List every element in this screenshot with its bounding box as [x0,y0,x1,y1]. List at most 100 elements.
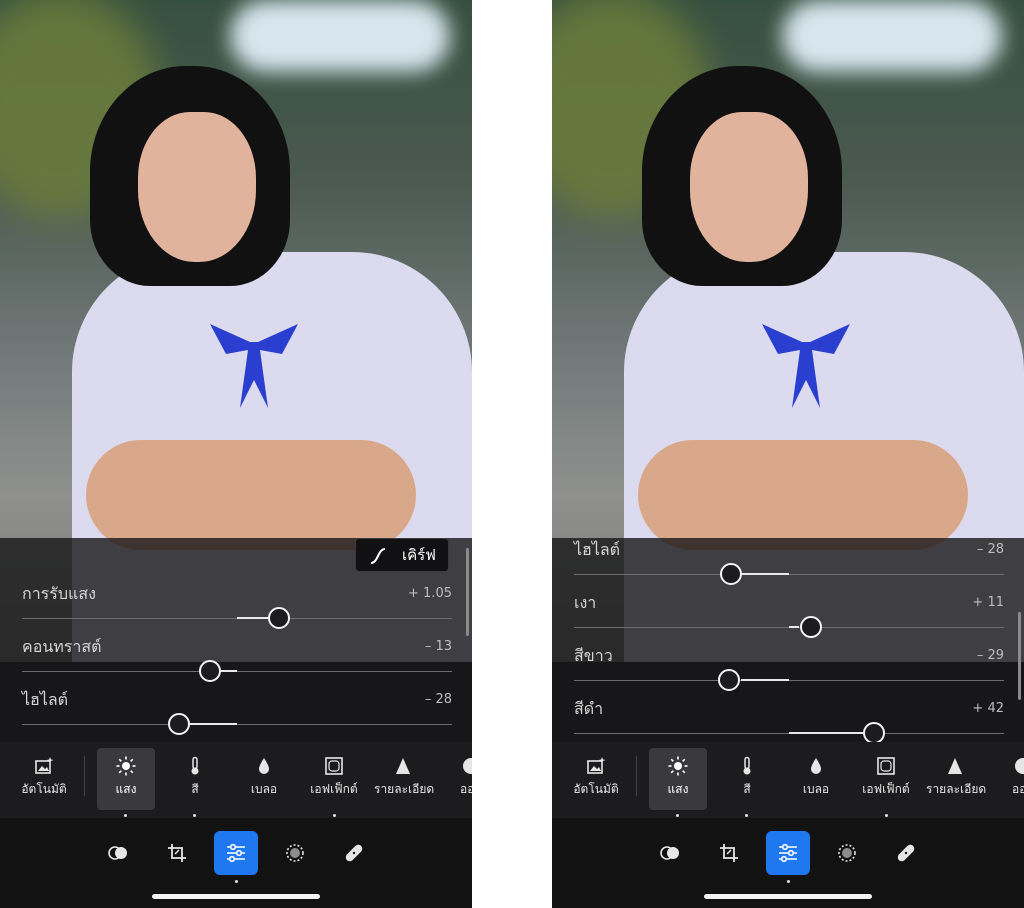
drop-icon [259,758,269,774]
editor-screen-right: ไฮไลต์ – 28 เงา + 11 สีขาว – 29 สีดำ + 4… [552,0,1024,908]
category-detail[interactable]: รายละเอียด [926,748,987,810]
crop-icon [168,844,186,862]
bottom-toolbar [552,818,1024,908]
curve-icon [370,548,386,564]
category-blur[interactable]: เบลอ [787,748,845,810]
slider-thumb[interactable] [168,713,190,735]
curve-button-label: เคิร์ฟ [402,546,436,564]
scrollbar[interactable] [466,548,469,636]
slider-highlights[interactable]: ไฮไลต์ – 28 [22,690,452,740]
edited-indicator-dot [745,814,748,817]
edit-button[interactable] [214,831,258,875]
editor-screen-left: การรับแสง + 1.05 คอนทราสต์ – 13 ไฮไลต์ –… [0,0,472,908]
slider-contrast[interactable]: คอนทราสต์ – 13 [22,637,452,687]
triangle-icon [396,758,410,774]
slider-value: – 28 [976,542,1004,557]
sun-icon [116,756,136,776]
curve-button[interactable]: เคิร์ฟ [355,538,449,572]
category-color[interactable]: สี [166,748,224,810]
category-label: สี [191,782,199,796]
crop-button[interactable] [707,831,751,875]
category-auto[interactable]: อัตโนมัติ [567,748,625,810]
masking-icon [286,844,304,862]
masking-button[interactable] [825,831,869,875]
healing-button[interactable] [884,831,928,875]
slider-fill [741,573,789,575]
auto-image-icon [35,757,54,774]
category-label: สี [743,782,751,796]
category-label: อัตโนมัติ [573,782,619,796]
slider-thumb[interactable] [199,660,221,682]
slider-highlights[interactable]: ไฮไลต์ – 28 [574,540,1004,590]
slider-track[interactable] [574,574,1004,575]
masking-icon [838,844,856,862]
vignette-icon [325,757,343,775]
slider-thumb[interactable] [268,607,290,629]
category-blur[interactable]: เบลอ [235,748,293,810]
category-optics[interactable]: ออป [994,748,1024,810]
edit-sliders-icon [227,843,245,863]
category-detail[interactable]: รายละเอียด [374,748,434,810]
category-label: เอฟเฟ็กต์ [862,782,910,796]
edit-button[interactable] [766,831,810,875]
slider-track[interactable] [22,724,452,725]
slider-label: สีขาว [574,646,613,665]
slider-label: เงา [574,593,597,612]
crop-icon [720,844,738,862]
healing-icon [897,844,915,862]
slider-whites[interactable]: สีขาว – 29 [574,646,1004,696]
category-optics[interactable]: ออป [442,748,472,810]
presets-button[interactable] [96,831,140,875]
category-light[interactable]: แสง [97,748,155,810]
slider-shadows[interactable]: เงา + 11 [574,593,1004,643]
slider-exposure[interactable]: การรับแสง + 1.05 [22,584,452,634]
slider-track[interactable] [22,671,452,672]
presets-icon [660,846,679,860]
category-bar: อัตโนมัติ แสง สี เบลอ เอฟเฟ็กต์ รายละเอี… [0,742,472,818]
edited-indicator-dot [885,814,888,817]
light-sliders-panel: ไฮไลต์ – 28 เงา + 11 สีขาว – 29 สีดำ + 4… [552,538,1024,742]
category-auto[interactable]: อัตโนมัติ [15,748,73,810]
active-tool-dot [235,880,238,883]
category-color[interactable]: สี [718,748,776,810]
category-label: เบลอ [250,782,278,796]
category-label: รายละเอียด [926,782,987,796]
category-label: ออป [1011,782,1024,796]
slider-thumb[interactable] [800,616,822,638]
home-indicator [704,894,872,899]
bottom-toolbar [0,818,472,908]
active-indicator-dot [676,814,679,817]
slider-blacks[interactable]: สีดำ + 42 [574,699,1004,742]
slider-fill [789,732,863,734]
slider-value: + 1.05 [408,586,452,601]
optics-icon [463,758,472,774]
slider-value: + 11 [972,595,1004,610]
slider-value: – 29 [976,648,1004,663]
slider-label: สีดำ [574,699,604,718]
category-effects[interactable]: เอฟเฟ็กต์ [305,748,363,810]
optics-icon [1015,758,1024,774]
category-divider [636,756,637,796]
category-label: อัตโนมัติ [21,782,67,796]
masking-button[interactable] [273,831,317,875]
scrollbar[interactable] [1018,612,1021,700]
vignette-icon [877,757,895,775]
category-light[interactable]: แสง [649,748,707,810]
presets-icon [108,846,127,860]
home-indicator [152,894,320,899]
thermometer-icon [191,756,199,775]
presets-button[interactable] [648,831,692,875]
sun-icon [668,756,688,776]
category-effects[interactable]: เอฟเฟ็กต์ [857,748,915,810]
slider-track[interactable] [574,680,1004,681]
slider-value: – 13 [424,639,452,654]
slider-thumb[interactable] [718,669,740,691]
slider-thumb[interactable] [720,563,742,585]
slider-label: คอนทราสต์ [22,637,102,656]
slider-thumb[interactable] [863,722,885,742]
category-label: เอฟเฟ็กต์ [310,782,358,796]
healing-button[interactable] [332,831,376,875]
slider-fill [741,679,789,681]
crop-button[interactable] [155,831,199,875]
category-divider [84,756,85,796]
